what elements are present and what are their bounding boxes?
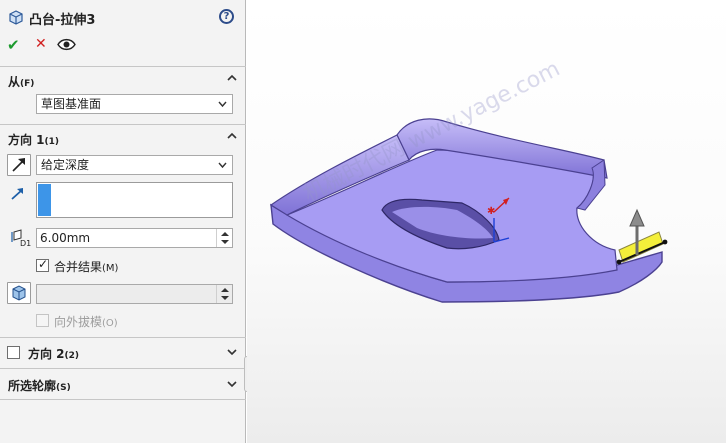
from-title-main: 从 bbox=[8, 75, 21, 89]
from-section-title: 从(F) bbox=[8, 73, 34, 90]
depth-value: 6.00mm bbox=[40, 231, 91, 245]
spin-up-icon bbox=[221, 288, 229, 292]
reverse-direction-button[interactable] bbox=[7, 154, 31, 176]
draft-toggle-button[interactable] bbox=[7, 282, 31, 304]
merge-result-checkbox[interactable]: ✓ bbox=[36, 257, 49, 272]
selected-contours-title-main: 所选轮廓 bbox=[8, 379, 57, 393]
selected-contours-section: 所选轮廓(S) bbox=[0, 368, 246, 399]
end-condition-dropdown[interactable]: 给定深度 bbox=[36, 155, 233, 175]
direction-reference-list[interactable] bbox=[36, 182, 233, 218]
direction1-section-title: 方向 1(1) bbox=[8, 131, 59, 148]
feature-title: 凸台-拉伸3 bbox=[29, 13, 96, 28]
draft-angle-spinner[interactable] bbox=[216, 285, 232, 303]
direction1-title-hotkey: (1) bbox=[44, 137, 60, 147]
chevron-down-icon bbox=[218, 101, 227, 108]
draft-outward-hotkey: (O) bbox=[102, 318, 118, 329]
direction2-title[interactable]: 方向 2(2) bbox=[28, 345, 79, 362]
edge-endpoint-right bbox=[662, 239, 668, 245]
part-model[interactable]: ✱ bbox=[247, 0, 726, 443]
depth-input[interactable]: 6.00mm bbox=[36, 228, 233, 248]
direction2-title-main: 方向 2 bbox=[28, 347, 65, 361]
end-condition-value: 给定深度 bbox=[41, 158, 90, 172]
checkmark-icon: ✓ bbox=[38, 257, 49, 271]
chevron-down-icon[interactable] bbox=[226, 378, 238, 390]
depth-dimension-icon: D1 bbox=[11, 229, 31, 247]
feature-title-row: 凸台-拉伸3 ? bbox=[0, 0, 246, 30]
direction2-checkbox[interactable] bbox=[7, 346, 20, 359]
spin-down-icon bbox=[221, 240, 229, 244]
draft-cube-icon bbox=[12, 285, 26, 301]
graphics-viewport[interactable]: ✱ 机械时代网 www.yage.com bbox=[247, 0, 726, 443]
from-dropdown-value: 草图基准面 bbox=[41, 97, 102, 111]
selected-contours-title[interactable]: 所选轮廓(S) bbox=[8, 377, 71, 394]
cancel-x-icon[interactable]: ✕ bbox=[35, 36, 47, 52]
from-title-hotkey: (F) bbox=[20, 79, 35, 89]
selected-contours-hotkey: (S) bbox=[56, 383, 71, 393]
ok-checkmark-icon[interactable]: ✔ bbox=[7, 36, 20, 54]
direction-vector-icon bbox=[11, 188, 23, 200]
direction2-title-hotkey: (2) bbox=[64, 351, 80, 361]
spin-down-icon bbox=[221, 296, 229, 300]
draft-outward-checkbox[interactable] bbox=[36, 314, 49, 327]
svg-text:D1: D1 bbox=[20, 239, 31, 247]
draft-outward-text: 向外拔模 bbox=[54, 315, 103, 329]
chevron-down-icon bbox=[218, 162, 227, 169]
svg-text:✱: ✱ bbox=[487, 206, 495, 217]
help-icon[interactable]: ? bbox=[219, 9, 234, 24]
merge-result-label: 合并结果(M) bbox=[54, 258, 118, 275]
draft-outward-label: 向外拔模(O) bbox=[54, 313, 118, 330]
depth-spinner[interactable] bbox=[216, 229, 232, 247]
action-row: ✔ ✕ bbox=[0, 34, 246, 56]
draft-angle-input[interactable] bbox=[36, 284, 233, 304]
direction2-section: 方向 2(2) bbox=[0, 337, 246, 368]
preview-eye-icon[interactable] bbox=[57, 38, 76, 51]
panel-empty-area bbox=[0, 399, 246, 443]
extrude-feature-icon bbox=[9, 10, 23, 25]
from-section: 从(F) 草图基准面 bbox=[0, 66, 246, 124]
from-section-header[interactable]: 从(F) bbox=[0, 67, 246, 91]
direction1-section: 方向 1(1) 给定深度 D1 6.00mm ✓ 合并结果(M) 向外拔模(O) bbox=[0, 124, 246, 336]
edge-endpoint-left bbox=[616, 259, 622, 265]
reverse-direction-icon bbox=[12, 158, 25, 172]
direction1-title-main: 方向 1 bbox=[8, 133, 45, 147]
chevron-up-icon[interactable] bbox=[226, 130, 238, 142]
property-manager-panel: 凸台-拉伸3 ? ✔ ✕ 从(F) 草图基准面 方向 1(1) 给定深度 D1 … bbox=[0, 0, 246, 443]
direction1-section-header[interactable]: 方向 1(1) bbox=[0, 125, 246, 149]
from-dropdown[interactable]: 草图基准面 bbox=[36, 94, 233, 114]
merge-result-hotkey: (M) bbox=[102, 263, 119, 274]
direction-reference-selection bbox=[38, 184, 51, 216]
chevron-down-icon[interactable] bbox=[226, 346, 238, 358]
spin-up-icon bbox=[221, 232, 229, 236]
chevron-up-icon[interactable] bbox=[226, 72, 238, 84]
merge-result-text: 合并结果 bbox=[54, 260, 103, 274]
